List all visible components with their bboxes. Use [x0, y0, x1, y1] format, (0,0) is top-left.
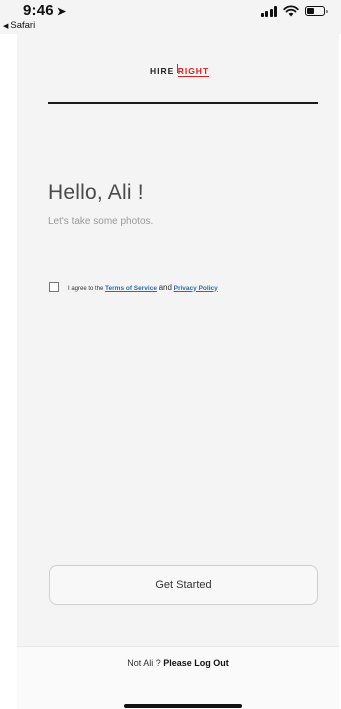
terms-of-service-link[interactable]: Terms of Service — [105, 285, 157, 292]
logo-hire-text: HIRE — [150, 66, 175, 76]
consent-and: and — [158, 282, 172, 292]
logout-link[interactable]: Please Log Out — [163, 658, 229, 668]
consent-text: I agree to the Terms of Service and Priv… — [68, 283, 218, 292]
app-screen: 9:46 ➤ ◀ Safari HIRE RIGHT Hello, Ali ! Le… — [0, 0, 341, 709]
logo-right-text: RIGHT — [177, 66, 210, 77]
consent-prefix: I agree to the — [68, 285, 104, 292]
back-app-label: Safari — [10, 20, 36, 31]
greeting-title: Hello, Ali ! — [48, 181, 144, 204]
status-bar: 9:46 ➤ ◀ Safari — [0, 0, 341, 34]
header-divider — [48, 102, 318, 104]
status-time: 9:46 ➤ — [23, 2, 66, 19]
back-to-app-link[interactable]: ◀ Safari — [3, 20, 35, 31]
cellular-signal-icon — [260, 5, 277, 17]
footer-logout-row: Not Ali ? Please Log Out — [17, 658, 339, 668]
privacy-policy-link[interactable]: Privacy Policy — [174, 285, 218, 292]
terms-checkbox[interactable] — [49, 282, 59, 292]
time-text: 9:46 — [23, 2, 54, 19]
get-started-button[interactable]: Get Started — [49, 565, 318, 605]
hireright-logo: HIRE RIGHT — [150, 66, 210, 77]
footer-bar: Not Ali ? Please Log Out — [17, 646, 339, 709]
battery-icon — [305, 6, 328, 16]
not-user-text: Not Ali ? — [127, 658, 161, 668]
location-arrow-icon: ➤ — [56, 6, 67, 18]
back-triangle-icon: ◀ — [3, 23, 9, 30]
home-indicator[interactable] — [124, 704, 242, 708]
status-indicators — [260, 4, 328, 18]
wifi-icon — [283, 5, 299, 17]
terms-consent-row: I agree to the Terms of Service and Priv… — [49, 282, 218, 292]
greeting-subtitle: Let's take some photos. — [48, 216, 154, 227]
